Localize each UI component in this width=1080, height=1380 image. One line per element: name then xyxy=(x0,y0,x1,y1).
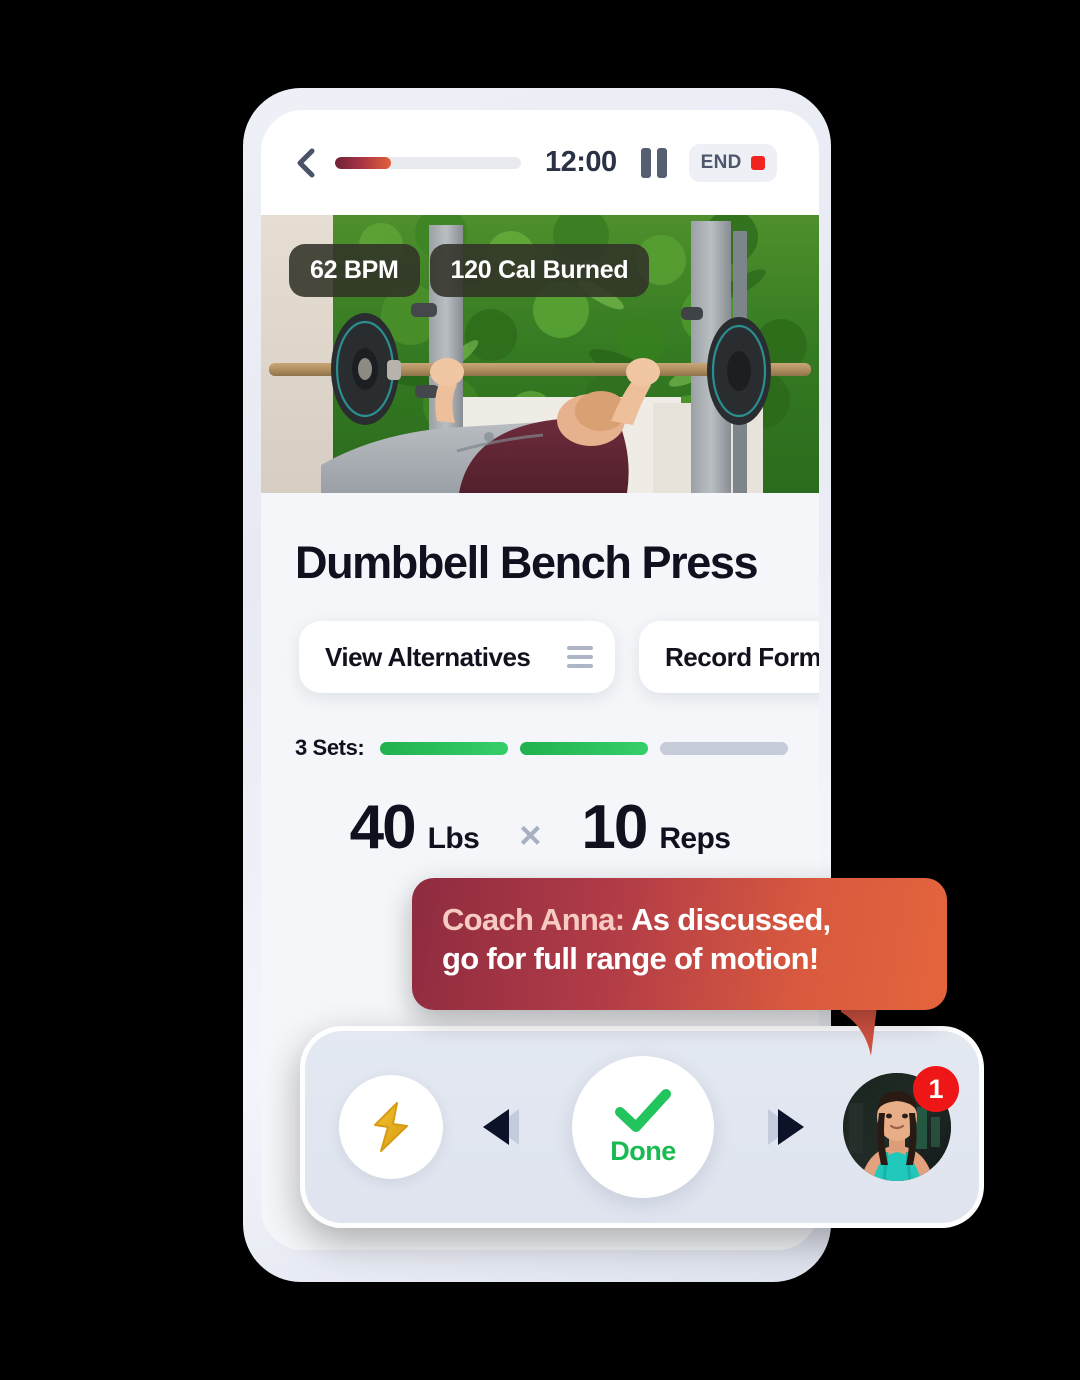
previous-exercise-button[interactable] xyxy=(479,1101,537,1153)
set-metrics-row: 40 Lbs × 10 Reps xyxy=(261,797,819,859)
next-arrow-icon xyxy=(767,1109,804,1145)
workout-progress-fill xyxy=(335,156,391,169)
done-set-button[interactable]: Done xyxy=(572,1056,714,1198)
coach-message-line-2: go for full range of motion! xyxy=(442,941,819,977)
screenshot-stage: 12:00 END 62 BPM 120 Cal Burned Dumbbell… xyxy=(0,0,1080,1380)
reps-value[interactable]: 10 xyxy=(581,797,648,859)
set-bar-2[interactable] xyxy=(520,741,649,755)
next-exercise-button[interactable] xyxy=(750,1101,808,1153)
chevron-left-icon[interactable] xyxy=(291,146,321,180)
record-form-label: Record Form xyxy=(665,641,819,672)
record-form-button[interactable]: Record Form xyxy=(639,621,819,693)
exercise-title: Dumbbell Bench Press xyxy=(295,537,759,588)
weight-unit: Lbs xyxy=(427,822,480,855)
pause-icon[interactable] xyxy=(640,147,667,178)
lightning-bolt-icon xyxy=(374,1102,408,1152)
weight-value[interactable]: 40 xyxy=(350,797,417,859)
coach-message-rest: As discussed, xyxy=(624,902,831,937)
notification-badge: 1 xyxy=(913,1066,959,1112)
view-alternatives-button[interactable]: View Alternatives xyxy=(299,621,615,693)
end-button-label: END xyxy=(700,151,742,173)
heart-rate-badge: 62 BPM xyxy=(289,244,420,297)
check-icon xyxy=(615,1088,671,1132)
set-bar-1[interactable] xyxy=(380,741,509,755)
coach-avatar-button[interactable]: 1 xyxy=(843,1066,959,1181)
calories-badge: 120 Cal Burned xyxy=(429,244,650,297)
sets-progress-row: 3 Sets: xyxy=(295,735,819,761)
sets-label: 3 Sets: xyxy=(295,735,365,760)
boost-button[interactable] xyxy=(339,1075,443,1179)
set-bar-3[interactable] xyxy=(660,741,789,755)
coach-message-line-1: Coach Anna: As discussed, xyxy=(442,900,921,939)
done-button-label: Done xyxy=(610,1135,676,1166)
workout-timer: 12:00 xyxy=(545,146,617,178)
end-workout-button[interactable]: END xyxy=(688,143,777,182)
sets-progress-bars[interactable] xyxy=(380,741,789,755)
exercise-action-row: View Alternatives Record Form xyxy=(261,621,819,693)
workout-top-bar: 12:00 END xyxy=(261,110,819,215)
speech-bubble-tail xyxy=(841,1006,877,1056)
hero-stat-badges: 62 BPM 120 Cal Burned xyxy=(289,244,650,297)
workout-progress-bar[interactable] xyxy=(335,156,521,169)
coach-message-bubble[interactable]: Coach Anna: As discussed, go for full ra… xyxy=(412,878,947,1010)
exercise-video-preview[interactable]: 62 BPM 120 Cal Burned xyxy=(261,215,819,493)
previous-arrow-icon xyxy=(482,1109,519,1145)
reps-unit: Reps xyxy=(659,822,731,855)
multiply-icon: × xyxy=(519,815,542,857)
list-icon xyxy=(567,646,593,668)
view-alternatives-label: View Alternatives xyxy=(325,641,531,672)
workout-control-dock: Done 1 xyxy=(300,1026,984,1228)
record-stop-dot-icon xyxy=(750,155,765,170)
coach-name: Coach Anna: xyxy=(442,902,625,937)
